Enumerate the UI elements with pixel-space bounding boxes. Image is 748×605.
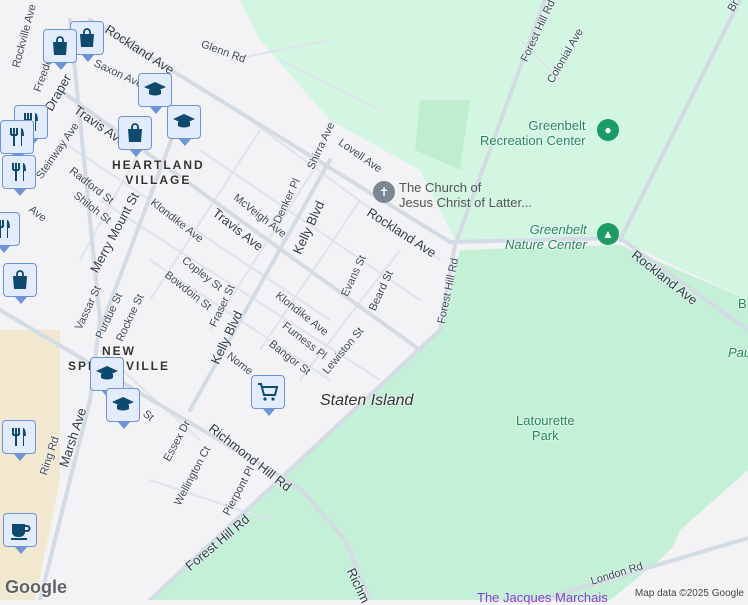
church-label[interactable]: The Church of Jesus Christ of Latter... [399,180,532,210]
shopping-bag-icon [80,28,94,47]
b-label: B [738,296,747,311]
shopping-bag-icon [13,270,27,289]
fork-knife-icon [0,220,10,238]
pau-label: Pau [728,345,748,360]
church-icon[interactable]: ✝ [373,181,395,203]
shopping-marker[interactable] [43,29,77,70]
graduation-cap-icon [96,366,118,380]
tree-pin-icon[interactable]: ▲ [597,223,619,245]
recreation-center-label[interactable]: Greenbelt Recreation Center [480,118,586,148]
school-marker[interactable] [90,357,124,398]
jacques-marchais-label[interactable]: The Jacques Marchais [477,590,608,605]
graduation-cap-icon [173,114,195,128]
restaurant-marker[interactable] [2,420,36,461]
fork-knife-icon [10,128,24,146]
recreation-center-pin-icon[interactable]: ● [597,119,619,141]
school-marker[interactable] [167,105,201,146]
school-marker[interactable] [106,388,140,429]
shopping-bag-icon [128,123,142,142]
shopping-cart-icon [258,383,279,401]
grocery-marker[interactable] [251,375,285,416]
shopping-marker[interactable] [3,263,37,304]
restaurant-marker[interactable] [0,212,20,253]
fork-knife-icon [12,428,26,446]
cafe-marker[interactable] [3,513,37,554]
city-label: Staten Island [320,392,414,409]
restaurant-marker[interactable] [2,155,36,196]
coffee-cup-icon [11,524,31,540]
latourette-park-label[interactable]: Latourette Park [516,413,575,443]
shopping-bag-icon [53,36,67,55]
nature-center-label[interactable]: Greenbelt Nature Center [505,222,587,252]
school-marker[interactable] [138,73,172,114]
google-logo[interactable]: Google [5,577,67,598]
fork-knife-icon [12,163,26,181]
neighborhood-heartland-village: HEARTLAND VILLAGE [112,158,205,187]
map-attribution[interactable]: Map data ©2025 Google [630,587,748,600]
graduation-cap-icon [112,397,134,411]
graduation-cap-icon [144,82,166,96]
shopping-marker[interactable] [118,116,152,157]
restaurant-marker[interactable] [0,120,34,161]
